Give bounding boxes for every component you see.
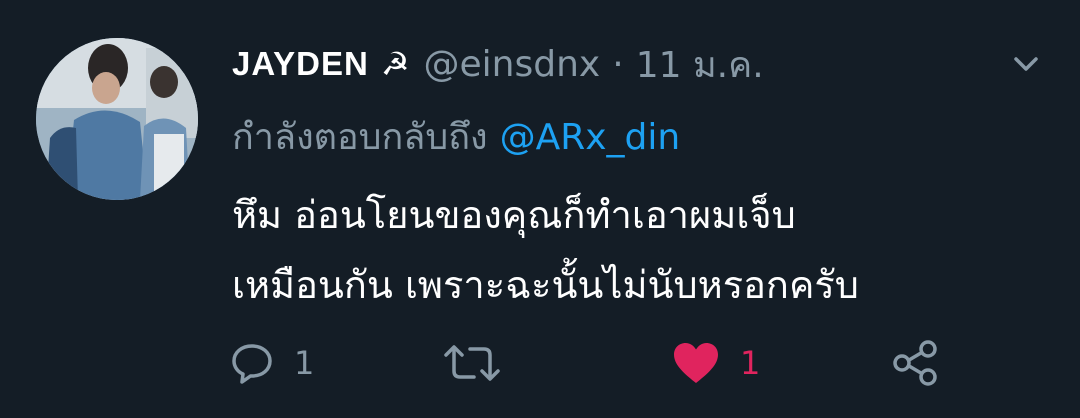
user-handle[interactable]: @einsdnx (424, 44, 601, 85)
display-name[interactable]: JAYDEN (232, 45, 369, 83)
separator-dot: · (612, 43, 624, 85)
reply-prefix: กำลังตอบกลับถึง (232, 117, 488, 158)
reply-mention-link[interactable]: @ARx_din (500, 117, 681, 158)
share-button[interactable] (890, 335, 940, 391)
heart-icon (674, 343, 718, 383)
more-options-button[interactable] (1008, 46, 1044, 82)
replying-to: กำลังตอบกลับถึง @ARx_din (232, 108, 680, 165)
chevron-down-icon (1014, 57, 1038, 71)
share-icon (893, 340, 937, 386)
timestamp[interactable]: 11 ม.ค. (636, 36, 764, 93)
avatar-image (36, 38, 198, 200)
hammer-and-sickle-icon: ☭ (380, 45, 410, 83)
tweet-text-line: หึม อ่อนโยนของคุณก็ทำเอาผมเจ็บ (232, 193, 796, 237)
like-button[interactable]: 1 (672, 335, 760, 391)
tweet-text-line: เหมือนกัน เพราะฉะนั้นไม่นับหรอกครับ (232, 263, 859, 307)
action-bar: 1 1 (0, 335, 1080, 391)
reply-count: 1 (294, 344, 315, 382)
tweet-card[interactable]: JAYDEN ☭ @einsdnx · 11 ม.ค. กำลังตอบกลับ… (0, 0, 1080, 418)
speech-bubble-icon (232, 344, 272, 384)
like-count: 1 (740, 344, 761, 382)
tweet-header: JAYDEN ☭ @einsdnx · 11 ม.ค. (232, 36, 764, 92)
retweet-button[interactable] (442, 335, 502, 391)
avatar[interactable] (36, 38, 198, 200)
reply-button[interactable]: 1 (230, 335, 314, 391)
tweet-text: หึม อ่อนโยนของคุณก็ทำเอาผมเจ็บ เหมือนกัน… (232, 180, 859, 320)
retweet-icon (444, 345, 500, 381)
